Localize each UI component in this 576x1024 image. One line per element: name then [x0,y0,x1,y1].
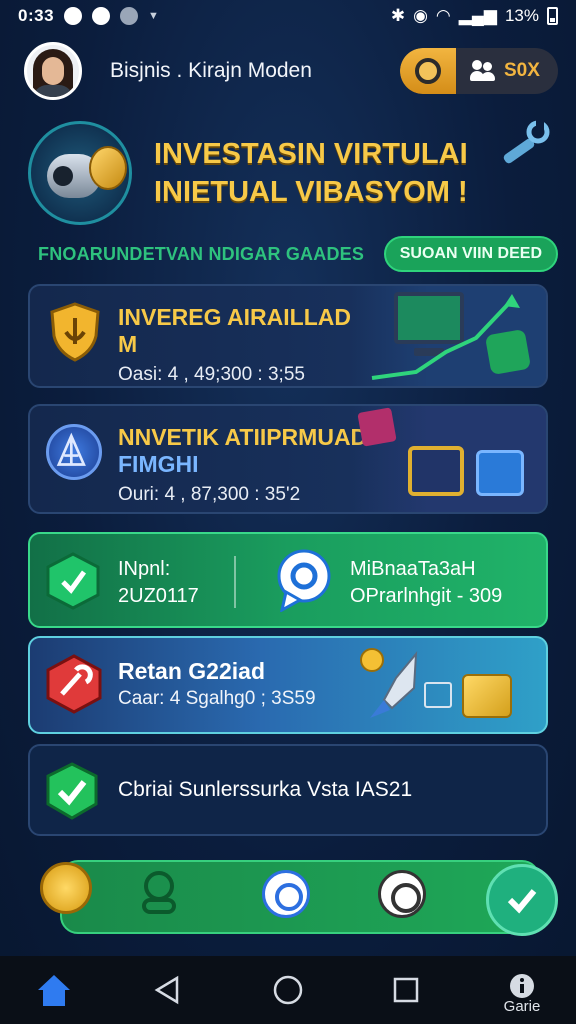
confirm-fab[interactable] [486,864,558,936]
document-icon [424,682,452,708]
notification-icon [64,7,83,25]
check-shield-icon [46,762,98,820]
check-message: Cbriai Sunlerssurka Vsta IAS21 [118,778,413,801]
tile-icon [357,407,397,447]
split-left-line1: INpnl: [118,558,171,580]
card1-sub: Oasi: 4 , 49;300 : 3;55 [118,364,305,385]
status-bar: 0:33 ▼ ✱ ◉ ◠ ▂▄▆ 13% [0,0,576,32]
nav-label: Garie [503,998,541,1015]
hero-title-line1: INVESTASIN VIRTULAI [154,138,468,170]
avatar[interactable] [24,42,82,100]
bluetooth-icon: ✱ [390,6,406,25]
card1-art [350,286,546,386]
alarm-icon: ◉ [413,6,428,25]
messenger-icon [92,7,111,25]
investment-card-1[interactable]: INVEREG AIRAILLAD M Oasi: 4 , 49;300 : 3… [28,284,548,388]
chevron-down-icon: ▼ [148,10,159,22]
badge-icon [484,328,532,376]
hero-title: INVESTASIN VIRTULAI INIETUAL VIBASYOM ! [154,135,468,211]
users-value: S0X [504,60,540,81]
battery-percent: 13% [504,6,539,25]
system-navbar [0,956,576,1024]
coin-icon[interactable] [40,862,92,914]
robot-icon[interactable] [136,868,182,916]
promo-card[interactable]: Retan G22iad Caar: 4 Sgalhg0 ; 3S59 [28,636,548,734]
subline: FNOARUNDETVAN NDIGAR GAADES SUOAN VIIN D… [38,234,558,274]
chat-bubble-icon [277,549,331,612]
split-right-line2: OPrarlnhgit - 309 [350,585,503,607]
promo-title: Retan G22iad [118,658,265,684]
profile-ring-icon[interactable] [378,870,426,918]
document-icon [476,450,524,496]
hero-badge-icon [28,121,132,225]
shield-icon [50,302,100,362]
subline-button[interactable]: SUOAN VIIN DEED [383,236,558,272]
recents-icon[interactable] [384,968,428,1012]
card2-art [350,406,546,512]
coin-icon[interactable] [400,48,456,94]
check-icon [507,889,537,914]
split-left-line2: 2UZ0117 [118,585,199,607]
divider [234,556,236,608]
wrench-icon [503,120,550,164]
card2-sub: Ouri: 4 , 87,300 : 35'2 [118,484,301,505]
hex-shield-icon [46,552,100,610]
hero-banner: INVESTASIN VIRTULAI INIETUAL VIBASYOM ! [28,118,558,228]
user-name: Bisjnis . Kirajn Moden [110,59,312,82]
hero-title-line2: INIETUAL VIBASYOM ! [154,176,468,208]
red-hex-icon [46,654,102,714]
card2-title-line2: FIMGHI [118,451,199,477]
home-icon[interactable] [32,968,76,1012]
app-icon [120,7,139,25]
status-time: 0:33 [18,6,55,25]
back-icon[interactable] [146,968,190,1012]
app-header: Bisjnis . Kirajn Moden S0X [24,40,558,102]
subline-text: FNOARUNDETVAN NDIGAR GAADES [38,243,365,264]
card2-title-line1: NNVETIK ATIIPRMUAD [118,424,368,450]
split-right-line1: MiBnaaTa3aH [350,558,476,580]
signal-icon: ▂▄▆ [458,6,497,25]
card1-title-line1: INVEREG AIRAILLAD [118,304,351,330]
cube-icon [408,446,464,496]
wallet-pill[interactable]: S0X [400,48,558,94]
split-card[interactable]: INpnl: 2UZ0117 MiBnaaTa3aH OPrarlnhgit -… [28,532,548,628]
promo-sub: Caar: 4 Sgalhg0 ; 3S59 [118,688,316,709]
home-circle-icon[interactable] [266,968,310,1012]
battery-icon [547,7,558,25]
check-card[interactable]: Cbriai Sunlerssurka Vsta IAS21 [28,744,548,836]
card1-title-line2: M [118,331,138,357]
users-icon [470,60,496,82]
investment-card-2[interactable]: NNVETIK ATIIPRMUAD FIMGHI Ouri: 4 , 87,3… [28,404,548,514]
wifi-icon: ◠ [435,6,451,25]
rocket-icon [360,648,418,718]
chat-icon[interactable] [262,870,310,918]
gold-stack-icon [462,674,512,718]
blue-coin-icon [46,424,102,480]
